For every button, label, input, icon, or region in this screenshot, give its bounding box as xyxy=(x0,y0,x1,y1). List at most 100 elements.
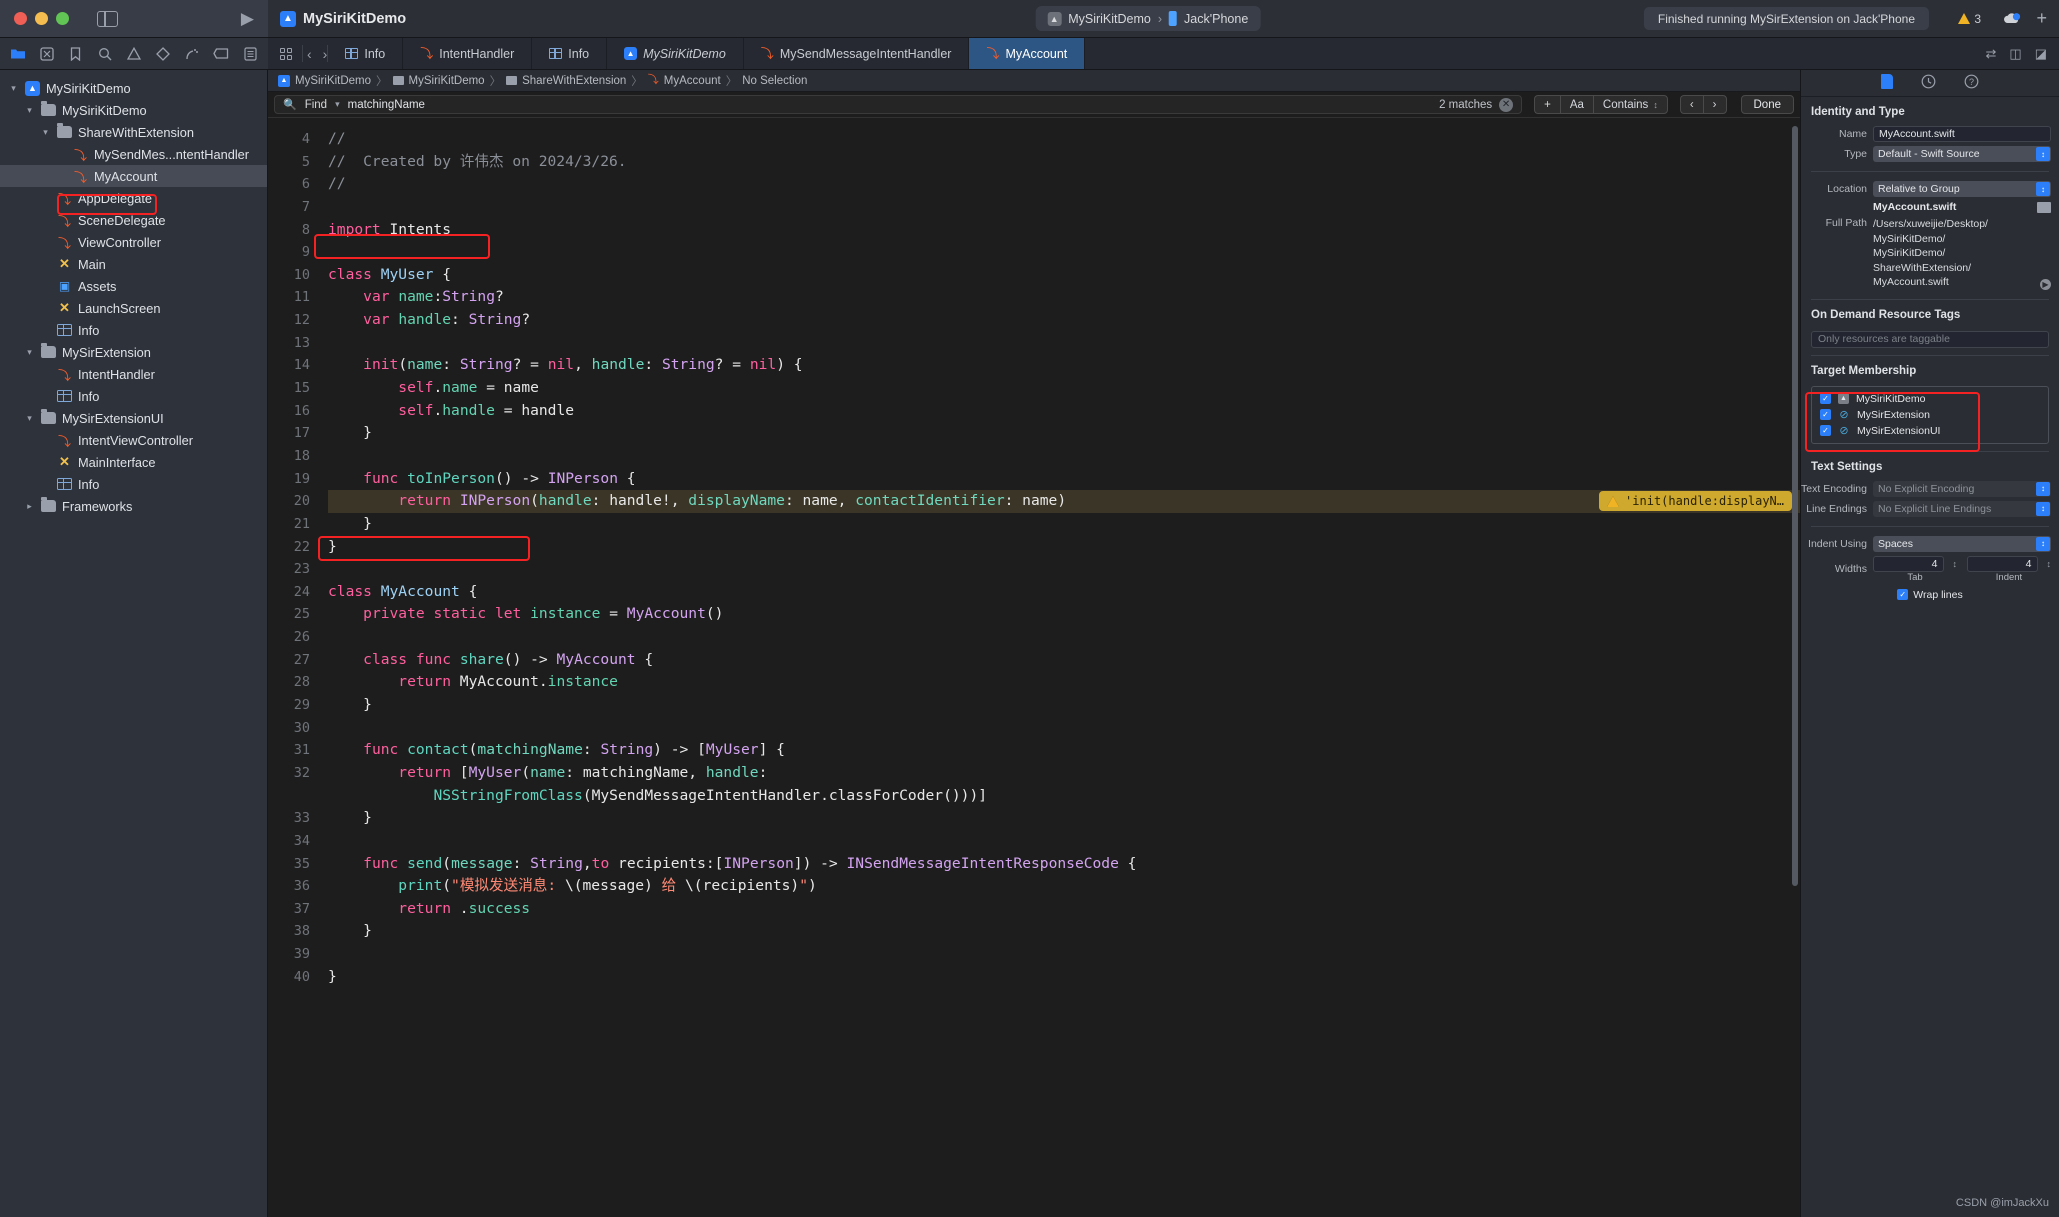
editor-tab-intenthandler[interactable]: ⤵ IntentHandler xyxy=(403,38,533,69)
editor-tab-mysendmessageintenthandler[interactable]: ⤵ MySendMessageIntentHandler xyxy=(744,38,970,69)
navigator-item-appdelegate[interactable]: ⤵ AppDelegate xyxy=(0,187,267,209)
navigator-item-mysirikitdemo[interactable]: ▾ MySiriKitDemo xyxy=(0,99,267,121)
tab-width-field[interactable]: 4 xyxy=(1873,555,1944,572)
text-encoding-popup[interactable]: No Explicit Encoding ↕ xyxy=(1873,480,2051,497)
navigator-item-info[interactable]: Info xyxy=(0,319,267,341)
close-window-button[interactable] xyxy=(14,12,27,25)
breadcrumb-item[interactable]: No Selection xyxy=(742,75,807,87)
code-line[interactable]: } xyxy=(328,807,1800,830)
project-navigator[interactable]: ▾ ▲ MySiriKitDemo ▾ MySiriKitDemo ▾ ShareWithE… xyxy=(0,70,268,1217)
code-line[interactable] xyxy=(328,943,1800,966)
editor-tab-info[interactable]: Info xyxy=(328,38,404,69)
code-line[interactable]: } xyxy=(328,966,1800,989)
breadcrumb-item[interactable]: MySiriKitDemo xyxy=(409,75,485,87)
target-membership-row[interactable]: ✓ ▲ MySiriKitDemo xyxy=(1812,391,2048,407)
breakpoint-navigator-icon[interactable] xyxy=(213,45,230,62)
debug-navigator-icon[interactable] xyxy=(184,45,201,62)
navigator-item-mysirikitdemo[interactable]: ▾ ▲ MySiriKitDemo xyxy=(0,77,267,99)
code-line[interactable]: NSStringFromClass(MySendMessageIntentHan… xyxy=(328,785,1800,808)
name-field[interactable]: MyAccount.swift xyxy=(1873,126,2051,142)
code-line[interactable]: init(name: String? = nil, handle: String… xyxy=(328,354,1800,377)
navigator-item-assets[interactable]: ▣ Assets xyxy=(0,275,267,297)
code-line[interactable]: return MyAccount.instance xyxy=(328,671,1800,694)
code-line[interactable]: func send(message: String,to recipients:… xyxy=(328,853,1800,876)
navigator-item-scenedelegate[interactable]: ⤵ SceneDelegate xyxy=(0,209,267,231)
indent-width-field[interactable]: 4 xyxy=(1967,555,2038,572)
navigator-item-mysirextension[interactable]: ▾ MySirExtension xyxy=(0,341,267,363)
chevron-down-icon[interactable]: ▾ xyxy=(24,347,35,358)
indent-width-control[interactable]: 4 ↕ xyxy=(1967,555,2051,572)
find-navigator-icon[interactable] xyxy=(96,45,113,62)
code-line[interactable]: private static let instance = MyAccount(… xyxy=(328,603,1800,626)
code-line[interactable]: self.handle = handle xyxy=(328,400,1800,423)
navigator-item-launchscreen[interactable]: ✕ LaunchScreen xyxy=(0,297,267,319)
reveal-in-finder-icon[interactable]: ▶ xyxy=(2040,278,2051,290)
breadcrumb[interactable]: ▲ MySiriKitDemo 〉 MySiriKitDemo 〉 ShareWithEx… xyxy=(268,70,1800,92)
code-editor[interactable]: 4 5 6 7 8 9 10 11 12 13 14 15 16 17 18 19 20 21 22 23 24 25 26… xyxy=(268,118,1800,1217)
code-line[interactable] xyxy=(328,241,1800,264)
editor-split-icon[interactable]: ⇄ xyxy=(1986,46,1997,62)
clear-search-icon[interactable]: ✕ xyxy=(1499,97,1514,112)
zoom-window-button[interactable] xyxy=(56,12,69,25)
target-membership-row[interactable]: ✓ ⊘ MySirExtensionUI xyxy=(1812,423,2048,439)
chevron-down-icon[interactable]: ▾ xyxy=(24,105,35,116)
code-line[interactable]: } xyxy=(328,536,1800,559)
minimize-window-button[interactable] xyxy=(35,12,48,25)
add-find-button[interactable]: + xyxy=(1534,95,1560,114)
navigator-item-intentviewcontroller[interactable]: ⤵ IntentViewController xyxy=(0,429,267,451)
code-line[interactable]: self.name = name xyxy=(328,377,1800,400)
navigator-item-main[interactable]: ✕ Main xyxy=(0,253,267,275)
code-line[interactable]: class func share() -> MyAccount { xyxy=(328,649,1800,672)
find-done-button[interactable]: Done xyxy=(1740,95,1794,114)
navigator-item-mysirextensionui[interactable]: ▾ MySirExtensionUI xyxy=(0,407,267,429)
report-navigator-icon[interactable] xyxy=(242,45,259,62)
indent-using-popup[interactable]: Spaces ↕ xyxy=(1873,535,2051,552)
code-line[interactable]: class MyAccount { xyxy=(328,581,1800,604)
source-control-navigator-icon[interactable] xyxy=(38,45,55,62)
chevron-down-icon[interactable]: ▾ xyxy=(8,83,19,94)
editor-tab-mysirikitdemo[interactable]: ▲ MySiriKitDemo xyxy=(607,38,744,69)
navigator-item-mysendmes-ntenthandler[interactable]: ⤵ MySendMes...ntentHandler xyxy=(0,143,267,165)
target-checkbox[interactable]: ✓ xyxy=(1820,425,1831,436)
code-line[interactable]: } xyxy=(328,422,1800,445)
inline-warning-badge[interactable]: 'init(handle:displayN… xyxy=(1599,491,1792,512)
file-inspector-tab[interactable] xyxy=(1881,74,1893,92)
find-next-button[interactable]: › xyxy=(1702,95,1727,114)
breadcrumb-item[interactable]: MySiriKitDemo xyxy=(295,75,371,87)
editor-tab-myaccount[interactable]: ⤵ MyAccount xyxy=(969,38,1086,69)
project-navigator-icon[interactable] xyxy=(9,45,26,62)
code-line[interactable] xyxy=(328,626,1800,649)
wrap-lines-row[interactable]: ✓ Wrap lines xyxy=(1801,589,2059,601)
breadcrumb-item[interactable]: ShareWithExtension xyxy=(522,75,626,87)
match-mode-button[interactable]: Contains ↕ xyxy=(1592,95,1668,114)
code-line[interactable]: import Intents xyxy=(328,219,1800,242)
activity-status[interactable]: Finished running MySirExtension on Jack'… xyxy=(1643,7,1929,30)
source-code[interactable]: // // Created by 许伟杰 on 2024/3/26. // impor… xyxy=(320,118,1800,1217)
window-controls[interactable] xyxy=(14,12,69,25)
chevron-down-icon[interactable]: ▾ xyxy=(335,99,340,110)
code-line[interactable]: } xyxy=(328,920,1800,943)
issue-navigator-icon[interactable] xyxy=(126,45,143,62)
code-line[interactable]: var name:String? xyxy=(328,286,1800,309)
code-line[interactable] xyxy=(328,830,1800,853)
wrap-lines-checkbox[interactable]: ✓ xyxy=(1897,589,1909,600)
target-checkbox[interactable]: ✓ xyxy=(1820,409,1831,420)
code-line[interactable] xyxy=(328,717,1800,740)
code-line[interactable]: return [MyUser(name: matchingName, handl… xyxy=(328,762,1800,785)
search-input[interactable]: 🔍 Find ▾ matchingName 2 matches ✕ xyxy=(274,95,1523,114)
navigator-item-sharewithextension[interactable]: ▾ ShareWithExtension xyxy=(0,121,267,143)
target-membership-row[interactable]: ✓ ⊘ MySirExtension xyxy=(1812,407,2048,423)
inspector-right-icon[interactable]: ◪ xyxy=(2035,46,2047,62)
editor-vertical-scrollbar[interactable] xyxy=(1792,126,1798,886)
code-line[interactable]: class MyUser { xyxy=(328,264,1800,287)
code-line[interactable]: return .success xyxy=(328,898,1800,921)
match-case-button[interactable]: Aa xyxy=(1559,95,1593,114)
navigator-item-viewcontroller[interactable]: ⤵ ViewController xyxy=(0,231,267,253)
code-line[interactable]: // Created by 许伟杰 on 2024/3/26. xyxy=(328,151,1800,174)
navigator-item-myaccount[interactable]: ⤵ MyAccount xyxy=(0,165,267,187)
odr-tags-field[interactable]: Only resources are taggable xyxy=(1811,330,2049,348)
navigator-item-frameworks[interactable]: ▸ Frameworks xyxy=(0,495,267,517)
code-line[interactable]: func contact(matchingName: String) -> [M… xyxy=(328,739,1800,762)
type-popup[interactable]: Default - Swift Source ↕ xyxy=(1873,146,2051,162)
code-line[interactable]: var handle: String? xyxy=(328,309,1800,332)
